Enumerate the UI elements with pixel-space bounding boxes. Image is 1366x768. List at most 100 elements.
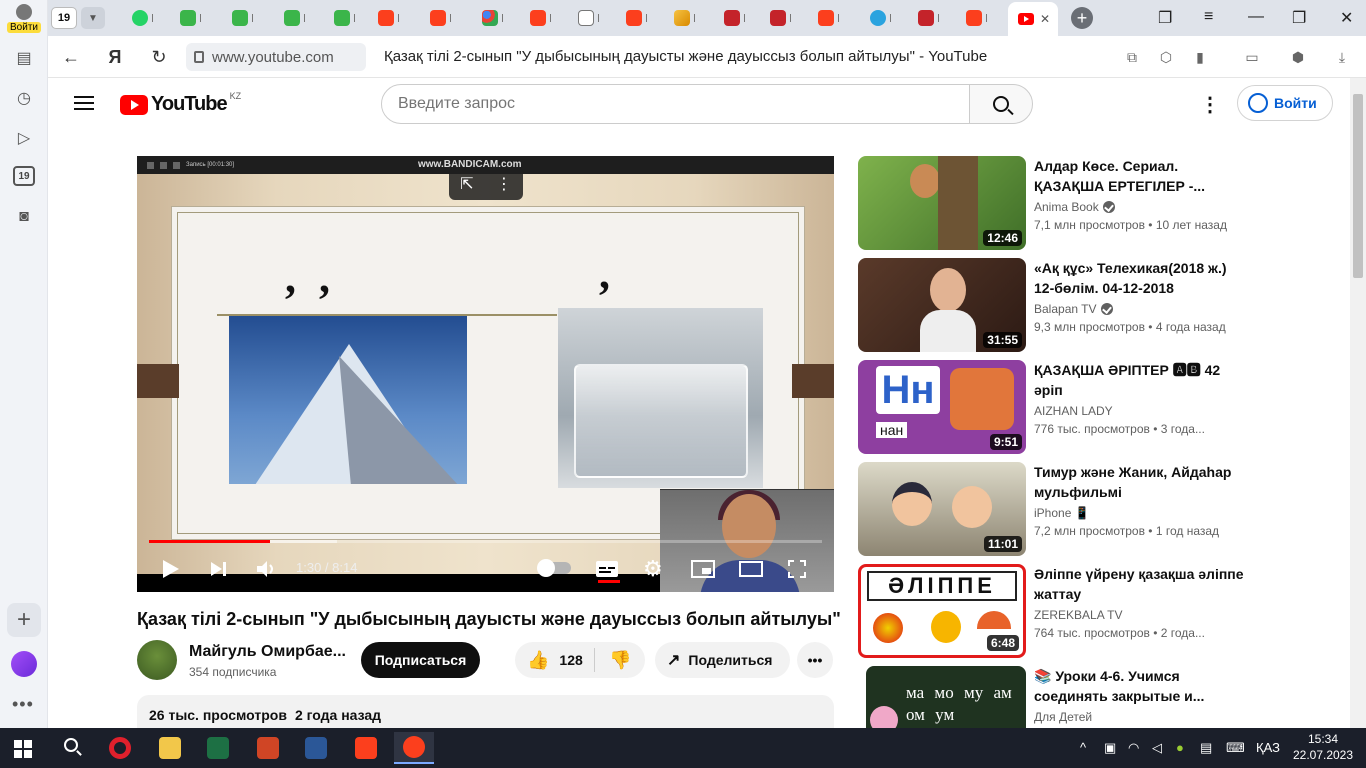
language-indicator[interactable]: ҚАЗ: [1256, 740, 1280, 755]
alice-assistant-icon[interactable]: [11, 651, 37, 677]
tab-a4[interactable]: [330, 6, 374, 30]
tabs-badge[interactable]: 19: [13, 166, 35, 186]
hamburger-menu-icon[interactable]: [74, 96, 94, 110]
tab-shield2[interactable]: [766, 6, 810, 30]
video-player[interactable]: Запись [00:01:30] www.BANDICAM.com , , ,…: [137, 156, 834, 592]
more-vert-icon[interactable]: ⋮: [496, 174, 512, 194]
like-button[interactable]: 👍 128: [515, 648, 595, 672]
keyboard-icon[interactable]: ⌨: [1226, 740, 1245, 756]
search-input[interactable]: Введите запрос: [381, 84, 970, 124]
tab-yandex3[interactable]: [526, 6, 570, 30]
subscribe-button[interactable]: Подписаться: [361, 642, 480, 678]
tab-yandex5[interactable]: [814, 6, 858, 30]
extensions-icon[interactable]: ⬢: [1288, 47, 1308, 67]
video-thumbnail[interactable]: 11:01: [858, 462, 1026, 556]
video-thumbnail[interactable]: Нн нан 9:51: [858, 360, 1026, 454]
list-item[interactable]: Нн нан 9:51 ҚАЗАҚША ӘРІПТЕР 🅰🅱 42 әріп A…: [858, 360, 1258, 454]
login-button[interactable]: Войти: [4, 2, 44, 36]
bookmark-icon[interactable]: ▮: [1190, 47, 1210, 67]
fullscreen-button[interactable]: [787, 554, 807, 584]
yandex-home-icon[interactable]: Я: [104, 46, 126, 68]
add-panel-button[interactable]: +: [7, 603, 41, 637]
yandex-app[interactable]: [346, 732, 386, 764]
progress-bar[interactable]: [149, 540, 822, 543]
rec-title[interactable]: 📚 Уроки 4-6. Учимся соединять закрытые и…: [1034, 666, 1244, 706]
miniplayer-button[interactable]: [691, 554, 715, 584]
video-thumbnail[interactable]: ма мо му ам ом ум: [866, 666, 1026, 728]
restore-icon[interactable]: ❐: [1292, 8, 1306, 28]
reload-icon[interactable]: ↻: [148, 46, 170, 68]
signin-button[interactable]: Войти: [1237, 85, 1333, 121]
collections-icon[interactable]: ▤: [12, 46, 36, 70]
video-thumbnail[interactable]: ӘЛІППЕ 6:48: [858, 564, 1026, 658]
settings-menu-icon[interactable]: ⋮: [1200, 92, 1220, 117]
settings-gear-icon[interactable]: ⚙: [643, 554, 663, 584]
list-item[interactable]: 31:55 «Ақ құс» Телехикая(2018 ж.) 12-бөл…: [858, 258, 1258, 352]
video-thumbnail[interactable]: 31:55: [858, 258, 1026, 352]
back-icon[interactable]: ←: [60, 46, 82, 68]
tab-yandex1[interactable]: [374, 6, 418, 30]
download-icon[interactable]: ⤓: [1332, 47, 1352, 67]
rec-title[interactable]: Әліппе үйрену қазақша әліппе жаттау: [1034, 564, 1244, 604]
scrollbar-thumb[interactable]: [1353, 94, 1363, 278]
theater-mode-button[interactable]: [739, 554, 763, 584]
tab-image[interactable]: [670, 6, 714, 30]
clock[interactable]: 15:34 22.07.2023: [1288, 731, 1358, 763]
tab-a2[interactable]: [228, 6, 272, 30]
description-box[interactable]: 26 тыс. просмотров 2 года назад: [137, 695, 834, 728]
tab-dots[interactable]: [478, 6, 522, 30]
tab-counter[interactable]: 19: [51, 7, 77, 29]
rec-title[interactable]: «Ақ құс» Телехикая(2018 ж.) 12-бөлім. 04…: [1034, 258, 1244, 298]
more-actions-button[interactable]: •••: [797, 642, 833, 678]
next-button[interactable]: [209, 554, 229, 584]
tab-document[interactable]: [574, 6, 618, 30]
translate-icon[interactable]: ⧉: [1122, 47, 1142, 67]
tab-telegram[interactable]: [866, 6, 910, 30]
close-icon[interactable]: ✕: [1040, 12, 1050, 26]
tabs-overview-icon[interactable]: ❐: [1158, 8, 1172, 28]
screenshot-icon[interactable]: ◙: [12, 205, 36, 229]
video-thumbnail[interactable]: 12:46: [858, 156, 1026, 250]
rec-title[interactable]: Тимур және Жаник, Айдаһар мульфильмі: [1034, 462, 1244, 502]
search-button[interactable]: [969, 84, 1033, 124]
menu-icon[interactable]: ≡: [1204, 8, 1213, 26]
dislike-button[interactable]: 👎: [595, 650, 631, 671]
tab-youtube-active[interactable]: ✕: [1008, 2, 1058, 36]
windows-start-icon[interactable]: [14, 740, 32, 758]
share-button[interactable]: ↗ Поделиться: [655, 642, 790, 678]
volume-tray-icon[interactable]: ◁: [1152, 740, 1162, 756]
tray-device-icon[interactable]: ▣: [1104, 740, 1116, 756]
new-tab-button[interactable]: +: [1071, 7, 1093, 29]
wifi-icon[interactable]: ◠: [1128, 740, 1139, 756]
youtube-logo[interactable]: YouTube KZ: [120, 91, 241, 116]
minimize-icon[interactable]: —: [1248, 8, 1264, 26]
video-icon[interactable]: ▷: [12, 126, 36, 150]
yandex-browser-app[interactable]: [394, 732, 434, 764]
search-icon[interactable]: [64, 738, 78, 752]
powerpoint-app[interactable]: [248, 732, 288, 764]
tab-shield1[interactable]: [720, 6, 764, 30]
channel-avatar[interactable]: [137, 640, 177, 680]
opera-app[interactable]: [100, 732, 140, 764]
share-out-icon[interactable]: ⇱: [460, 174, 473, 194]
play-button[interactable]: [161, 554, 181, 584]
more-icon[interactable]: •••: [12, 694, 34, 715]
window-close-icon[interactable]: ✕: [1340, 8, 1353, 28]
tab-a1[interactable]: [176, 6, 220, 30]
protect-icon[interactable]: ⬡: [1156, 47, 1176, 67]
history-icon[interactable]: ◷: [12, 86, 36, 110]
tab-whatsapp[interactable]: [128, 6, 172, 30]
list-item[interactable]: ӘЛІППЕ 6:48 Әліппе үйрену қазақша әліппе…: [858, 564, 1258, 658]
tab-yandex4[interactable]: [622, 6, 666, 30]
tray-chevron-icon[interactable]: ^: [1080, 740, 1086, 755]
autoplay-toggle[interactable]: [537, 559, 571, 577]
tab-yandex6[interactable]: [962, 6, 1006, 30]
chevron-down-icon[interactable]: ▼: [81, 7, 105, 29]
rec-title[interactable]: ҚАЗАҚША ӘРІПТЕР 🅰🅱 42 әріп: [1034, 360, 1244, 400]
list-item[interactable]: 11:01 Тимур және Жаник, Айдаһар мульфиль…: [858, 462, 1258, 556]
url-field[interactable]: www.youtube.com: [186, 43, 366, 71]
list-item[interactable]: ма мо му ам ом ум 📚 Уроки 4-6. Учимся со…: [858, 666, 1258, 728]
battery-icon[interactable]: ▭: [1242, 47, 1262, 67]
page-scrollbar[interactable]: [1350, 78, 1366, 728]
channel-name[interactable]: Майгуль Омирбае...: [189, 643, 346, 661]
